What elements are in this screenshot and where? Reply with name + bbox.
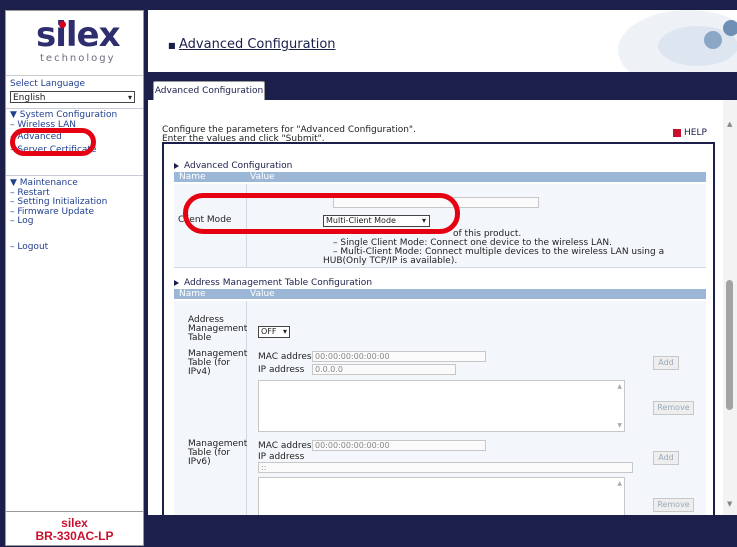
address-table-header: Name Value — [174, 289, 706, 299]
top-band — [0, 0, 737, 10]
amt-label: Address Management Table — [188, 316, 247, 343]
ipv6-ip-input[interactable]: :: — [258, 462, 633, 473]
left-navigation-frame: silex technology Select Language English… — [5, 10, 144, 546]
maintenance-menu: ▼ Maintenance – Restart – Setting Initia… — [10, 178, 107, 227]
menu-item-logout[interactable]: – Logout — [10, 242, 48, 253]
amt-select[interactable]: OFF ▾ — [258, 326, 290, 338]
ipv6-table-label: Management Table (for IPv6) — [188, 440, 247, 467]
page-title: Advanced Configuration — [179, 37, 336, 52]
page-header: ■ Advanced Configuration — [148, 10, 737, 72]
scroll-up-icon[interactable]: ▲ — [617, 383, 622, 390]
tab-advanced-configuration[interactable]: Advanced Configuration — [153, 81, 265, 101]
column-header-name: Name — [179, 289, 206, 299]
column-header-value: Value — [250, 289, 275, 299]
advanced-table-header: Name Value — [174, 172, 706, 182]
scroll-down-icon[interactable]: ▼ — [727, 500, 732, 508]
help-link[interactable]: HELP — [673, 128, 707, 138]
menu-divider — [6, 108, 143, 109]
scroll-up-icon[interactable]: ▲ — [617, 480, 622, 487]
scroll-down-icon[interactable]: ▼ — [617, 422, 622, 429]
scroll-up-icon[interactable]: ▲ — [727, 120, 732, 128]
content-area: Configure the parameters for "Advanced C… — [148, 100, 723, 515]
amt-label-line: Table — [188, 333, 212, 343]
ipv6-ip-label: IP address — [258, 452, 305, 462]
logo-accent-dot — [59, 21, 66, 28]
chevron-down-icon: ▾ — [127, 93, 132, 102]
section-title-text: Address Management Table Configuration — [184, 278, 373, 288]
section-title-advanced: Advanced Configuration — [174, 161, 292, 171]
menu-divider — [6, 175, 143, 176]
triangle-bullet-icon — [174, 279, 179, 286]
section-title-text: Advanced Configuration — [184, 161, 293, 171]
scrollbar-thumb[interactable] — [726, 280, 733, 410]
language-select[interactable]: English ▾ — [10, 91, 135, 103]
language-selected-value: English — [13, 93, 46, 103]
ipv6-add-button[interactable]: Add — [653, 451, 679, 465]
client-mode-note-4: HUB(Only TCP/IP is available). — [323, 256, 458, 266]
ipv4-mac-input[interactable]: 00:00:00:00:00:00 — [312, 351, 486, 362]
ipv6-mac-label: MAC address — [258, 441, 317, 451]
model-divider — [6, 511, 143, 512]
ipv4-remove-button[interactable]: Remove — [653, 401, 694, 415]
logo-box: silex technology — [6, 11, 143, 76]
ipv6-mac-input[interactable]: 00:00:00:00:00:00 — [312, 440, 486, 451]
model-name: silex BR-330AC-LP — [6, 517, 143, 543]
ipv4-ip-label: IP address — [258, 365, 305, 375]
header-swoosh-graphic — [618, 10, 737, 72]
bottom-bar — [148, 515, 737, 547]
main-frame: ■ Advanced Configuration Advanced Config… — [148, 10, 737, 547]
ipv4-ip-input[interactable]: 0.0.0.0 — [312, 364, 456, 375]
ipv4-table-label: Management Table (for IPv4) — [188, 350, 247, 377]
column-header-value: Value — [250, 172, 275, 182]
amt-value: OFF — [261, 327, 277, 336]
ipv4-mac-label: MAC address — [258, 352, 317, 362]
menu-item-log[interactable]: – Log — [10, 216, 107, 227]
ipv4-label-line: IPv4) — [188, 367, 211, 377]
language-label: Select Language — [10, 79, 86, 89]
ipv4-entries-list[interactable]: ▲ ▼ — [258, 380, 625, 432]
column-header-name: Name — [179, 172, 206, 182]
grid-icon: ■ — [168, 41, 176, 50]
triangle-bullet-icon — [174, 162, 179, 169]
ipv6-entries-list[interactable]: ▲ — [258, 477, 625, 515]
ipv4-add-button[interactable]: Add — [653, 356, 679, 370]
chevron-down-icon: ▾ — [282, 327, 287, 336]
logout-menu: – Logout — [10, 242, 48, 253]
highlight-advanced-menu — [10, 128, 96, 156]
page-scrollbar[interactable]: ▲ ▼ — [723, 100, 737, 515]
help-label: HELP — [684, 128, 707, 138]
section-title-address-table: Address Management Table Configuration — [174, 278, 372, 288]
logo-tagline: technology — [40, 53, 116, 64]
highlight-client-mode — [183, 193, 460, 234]
silex-logo: silex — [36, 15, 121, 55]
help-icon — [673, 128, 681, 137]
ipv6-remove-button[interactable]: Remove — [653, 498, 694, 512]
ipv6-label-line: IPv6) — [188, 457, 211, 467]
model-number: BR-330AC-LP — [35, 529, 114, 543]
